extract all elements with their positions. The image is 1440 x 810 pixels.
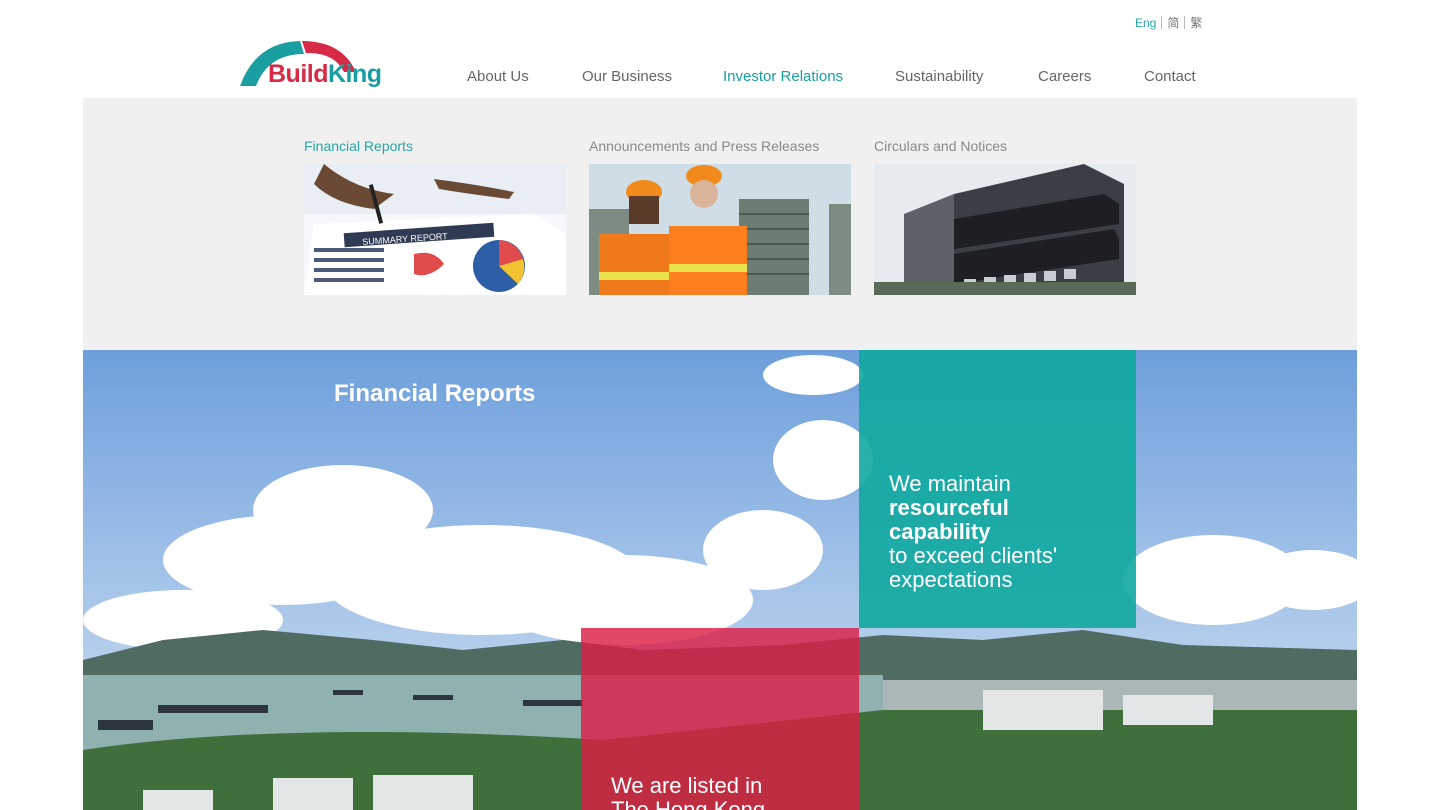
red-tagline-box: We are listed in The Hong Kong: [581, 628, 859, 810]
dropdown-item-circulars[interactable]: Circulars and Notices: [874, 138, 1136, 295]
nav-investor-relations[interactable]: Investor Relations: [723, 68, 843, 85]
lang-divider: [1184, 16, 1186, 29]
construction-workers-photo: [589, 164, 851, 295]
red-line-1: We are listed in: [611, 773, 763, 798]
red-line-2: The Hong Kong: [611, 797, 766, 810]
investor-relations-dropdown: Financial Reports SUMMARY REPORT Announc…: [83, 98, 1357, 350]
nav-about-us[interactable]: About Us: [467, 68, 529, 85]
main-nav: About Us Our Business Investor Relations…: [0, 68, 1440, 90]
nav-contact[interactable]: Contact: [1144, 68, 1196, 85]
teal-tagline: We maintain resourceful capability to ex…: [889, 472, 1057, 592]
lang-traditional-link[interactable]: 繁: [1190, 14, 1202, 31]
teal-line-4: expectations: [889, 567, 1013, 592]
lang-simplified-link[interactable]: 简: [1167, 14, 1179, 31]
dropdown-item-financial-reports[interactable]: Financial Reports SUMMARY REPORT: [304, 138, 566, 295]
red-tagline: We are listed in The Hong Kong: [611, 774, 765, 810]
hero-banner: Financial Reports We maintain resourcefu…: [83, 350, 1357, 810]
teal-line-3: to exceed clients': [889, 543, 1058, 568]
dropdown-item-announcements[interactable]: Announcements and Press Releases: [589, 138, 851, 295]
dropdown-label: Financial Reports: [304, 138, 413, 154]
nav-careers[interactable]: Careers: [1038, 68, 1091, 85]
nav-sustainability[interactable]: Sustainability: [895, 68, 983, 85]
teal-line-bold: resourceful capability: [889, 495, 1009, 544]
teal-tagline-box: We maintain resourceful capability to ex…: [859, 350, 1136, 628]
language-switcher: Eng 简 繁: [1135, 14, 1202, 31]
lang-divider: [1161, 16, 1163, 29]
office-building-photo: [874, 164, 1136, 295]
dropdown-label: Announcements and Press Releases: [589, 138, 820, 154]
hero-title: Financial Reports: [334, 380, 536, 407]
lang-english-link[interactable]: Eng: [1135, 16, 1156, 30]
dropdown-label: Circulars and Notices: [874, 138, 1008, 154]
nav-our-business[interactable]: Our Business: [582, 68, 672, 85]
summary-report-photo: SUMMARY REPORT: [304, 164, 566, 295]
teal-line-1: We maintain: [889, 471, 1011, 496]
